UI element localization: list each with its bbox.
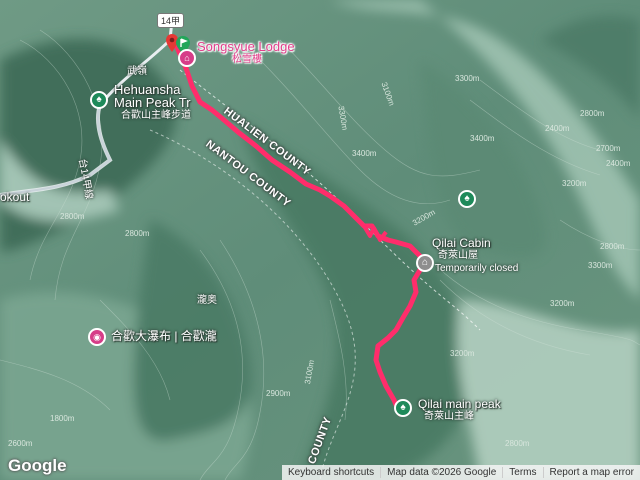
lodge-pin-icon[interactable]: ⌂ <box>178 49 196 67</box>
contour-label: 3200m <box>562 179 587 188</box>
contour-label: 2800m <box>505 439 530 448</box>
contour-label: 2400m <box>545 124 570 133</box>
waterfall-pin-icon[interactable]: ◉ <box>88 328 106 346</box>
cabin-label[interactable]: Qilai Cabin <box>432 237 491 250</box>
songsyue-zh-label: 松雪樓 <box>232 54 262 65</box>
hehuanshan-zh-label: 合歡山主峰步道 <box>121 110 191 121</box>
contour-label: 2800m <box>600 242 625 251</box>
cabin-pin-icon[interactable]: ⌂ <box>416 254 434 272</box>
map-canvas[interactable]: 14甲 ⌂ Songsyue Lodge 松雪樓 武嶺 ♠ Hehuansha … <box>0 0 640 480</box>
map-footer: Keyboard shortcuts Map data ©2026 Google… <box>281 465 640 480</box>
google-logo[interactable]: Google <box>8 456 67 476</box>
contour-label: 2800m <box>125 229 150 238</box>
wuling-label: 武嶺 <box>127 66 147 77</box>
contour-label: 3400m <box>470 134 495 143</box>
terms-link[interactable]: Terms <box>502 467 542 478</box>
contour-label: 3200m <box>450 349 475 358</box>
report-error-link[interactable]: Report a map error <box>542 467 640 478</box>
contour-label: 1800m <box>50 414 75 423</box>
contour-label: 2400m <box>606 159 631 168</box>
contour-label: 2800m <box>580 109 605 118</box>
peak-label[interactable]: Qilai main peak <box>418 398 501 411</box>
hehuanshan-label-2[interactable]: Main Peak Tr <box>114 96 191 110</box>
cabin-zh-label: 奇萊山屋 <box>438 250 478 261</box>
contour-label: 2900m <box>266 389 291 398</box>
songsyue-label[interactable]: Songsyue Lodge <box>197 40 295 54</box>
map-data-attribution: Map data ©2026 Google <box>380 467 502 478</box>
terrain-relief <box>0 0 640 480</box>
luanao-label: 瀧奥 <box>197 295 217 306</box>
contour-label: 3400m <box>352 149 377 158</box>
contour-label: 2700m <box>596 144 621 153</box>
cabin-status-label: Temporarily closed <box>435 263 519 274</box>
trail-pin-icon[interactable]: ♠ <box>90 91 108 109</box>
lookout-label[interactable]: okout <box>0 191 29 204</box>
contour-label: 3300m <box>455 74 480 83</box>
waterfall-label[interactable]: 合歡大瀑布 | 合歡瀧 <box>111 330 217 343</box>
shelter-pin-icon[interactable]: ♠ <box>458 190 476 208</box>
road-shield: 14甲 <box>157 13 185 28</box>
contour-label: 2800m <box>60 212 85 221</box>
contour-label: 3300m <box>588 261 613 270</box>
peak-zh-label: 奇萊山主峰 <box>424 411 474 422</box>
contour-label: 3200m <box>550 299 575 308</box>
peak-pin-icon[interactable]: ♠ <box>394 399 412 417</box>
keyboard-shortcuts-link[interactable]: Keyboard shortcuts <box>282 467 380 478</box>
contour-label: 2600m <box>8 439 33 448</box>
